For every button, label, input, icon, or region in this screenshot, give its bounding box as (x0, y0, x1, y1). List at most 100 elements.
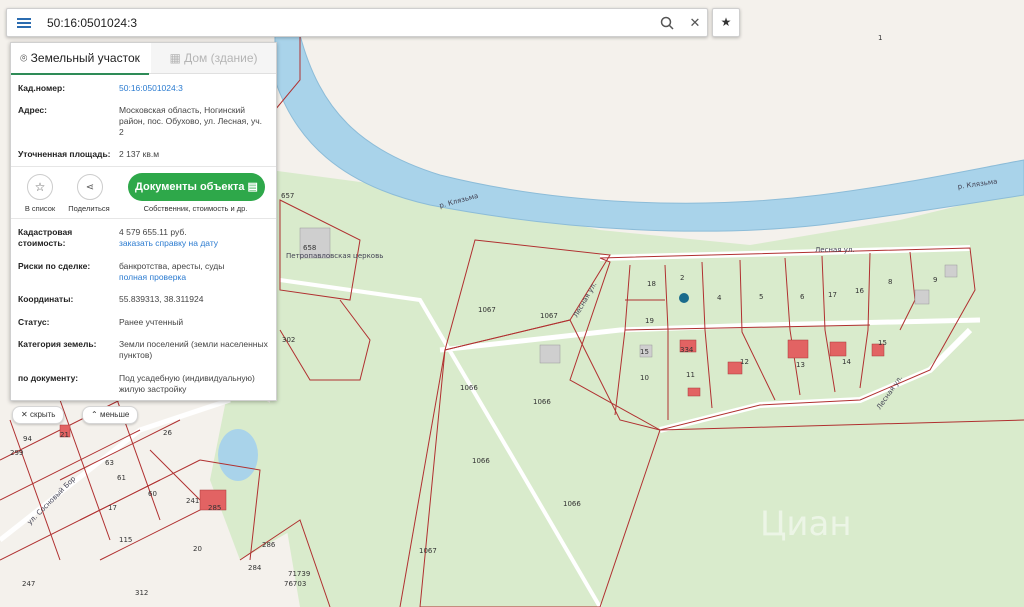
area-label: Уточненная площадь: (18, 149, 111, 159)
parcel-label: 26 (163, 429, 172, 437)
menu-button[interactable] (7, 9, 41, 36)
watermark: Циан (760, 504, 852, 544)
parcel-label: 9 (933, 276, 937, 284)
parcel-label: 11 (686, 371, 695, 379)
risks-value: банкротства, аресты, суды (119, 261, 225, 271)
status-label: Статус: (18, 317, 50, 327)
document-icon: ▤ (247, 181, 258, 193)
coords-label: Координаты: (18, 294, 74, 304)
parcel-label: 15 (640, 348, 649, 356)
parcel-label: 6 (800, 293, 805, 301)
address-label: Адрес: (18, 105, 47, 115)
add-to-list-button[interactable]: ☆ (27, 174, 53, 200)
tab-land-plot[interactable]: ⌾ Земельный участок (11, 43, 149, 75)
parcel-label: 15 (878, 339, 887, 347)
selected-parcel-marker[interactable] (679, 293, 689, 303)
parcel-label: 4 (717, 294, 722, 302)
parcel-label: 13 (796, 361, 805, 369)
parcel-label: 302 (282, 336, 295, 344)
search-input[interactable] (47, 13, 607, 32)
parcel-label: 17 (828, 291, 837, 299)
parcel-label: 241 (186, 497, 199, 505)
building-icon: ▦ (169, 51, 185, 65)
parcel-label: 71739 (288, 570, 310, 578)
parcel-label: 8 (888, 278, 892, 286)
parcel-label: 285 (208, 504, 221, 512)
documents-subtitle: Собственник, стоимость и др. (143, 204, 248, 213)
area-value: 2 137 кв.м (119, 149, 160, 159)
parcel-label: 334 (680, 346, 694, 354)
street-label: Лесная ул. (815, 246, 855, 254)
parcel-label: 76703 (284, 580, 306, 588)
parcel-label: 61 (117, 474, 126, 482)
parcel-label: 14 (842, 358, 851, 366)
pond (218, 429, 258, 481)
parcel-label: 12 (740, 358, 749, 366)
hide-button[interactable]: ✕ скрыть (12, 406, 65, 424)
category-value: Земли поселений (земли населенных пункто… (119, 339, 268, 360)
category-label: Категория земель: (18, 339, 97, 349)
parcel-label: 658 (303, 244, 316, 252)
close-icon[interactable]: ✕ (687, 15, 703, 31)
parcel-label: 657 (281, 192, 294, 200)
parcel-label: 16 (855, 287, 864, 295)
doc-usage-value: Под усадебную (индивидуальную) жилую зас… (119, 373, 255, 394)
parcel-label: 247 (22, 580, 35, 588)
forest-area (270, 170, 1024, 607)
cost-label: Кадастровая стоимость: (18, 227, 73, 248)
parcel-label: 115 (119, 536, 132, 544)
parcel-label: 1066 (460, 384, 478, 392)
parcel-label: 1066 (563, 500, 581, 508)
parcel-label: 299 (10, 449, 23, 457)
parcel-label: 1066 (533, 398, 551, 406)
divider (11, 166, 276, 167)
parcel-label: 1067 (540, 312, 558, 320)
favorite-button[interactable]: ★ (712, 8, 740, 37)
cost-link[interactable]: заказать справку на дату (119, 238, 269, 249)
cad-number-label: Кад.номер: (18, 83, 66, 93)
parcel-label: 60 (148, 490, 157, 498)
cad-number-value[interactable]: 50:16:0501024:3 (119, 83, 269, 94)
parcel-label: 1 (878, 34, 882, 42)
parcel-label: 286 (262, 541, 276, 549)
parcel-label: 18 (647, 280, 656, 288)
parcel-label: 2 (680, 274, 684, 282)
panel-tabs: ⌾ Земельный участок ▦ Дом (здание) (11, 43, 276, 75)
parcel-label: 21 (60, 431, 69, 439)
documents-button[interactable]: Документы объекта ▤ (128, 173, 265, 201)
pin-icon: ⌾ (20, 51, 31, 65)
share-label: Поделиться (68, 204, 110, 213)
parcel-label: 312 (135, 589, 148, 597)
parcel-info-panel: ⌾ Земельный участок ▦ Дом (здание) Кад.н… (10, 42, 277, 401)
search-bar: ✕ (6, 8, 708, 37)
parcel-label: 1067 (478, 306, 496, 314)
church-label: Петропавловская церковь (286, 252, 383, 260)
cost-value: 4 579 655.11 руб. (119, 227, 187, 237)
share-icon: ⋖ (85, 181, 95, 193)
tab-house[interactable]: ▦ Дом (здание) (151, 43, 276, 73)
parcel-label: 20 (193, 545, 202, 553)
parcel-label: 94 (23, 435, 32, 443)
status-value: Ранее учтенный (119, 317, 184, 327)
parcel-label: 19 (645, 317, 654, 325)
parcel-label: 1067 (419, 547, 437, 555)
parcel-label: 1066 (472, 457, 490, 465)
parcel-label: 284 (248, 564, 262, 572)
parcel-label: 63 (105, 459, 114, 467)
collapse-button[interactable]: ⌃ меньше (82, 406, 139, 424)
risks-link[interactable]: полная проверка (119, 272, 269, 283)
divider (11, 218, 276, 219)
chevron-up-icon: ⌃ (91, 410, 100, 419)
share-button[interactable]: ⋖ (77, 174, 103, 200)
parcel-label: 17 (108, 504, 117, 512)
doc-usage-label: по документу: (18, 373, 79, 383)
star-icon: ★ (720, 15, 732, 29)
parcel-label: 10 (640, 374, 649, 382)
menu-icon (17, 21, 31, 24)
parcel-label: 5 (759, 293, 763, 301)
search-icon[interactable] (659, 15, 675, 31)
close-icon: ✕ (21, 410, 30, 419)
address-value: Московская область, Ногинский район, пос… (119, 105, 263, 137)
risks-label: Риски по сделке: (18, 261, 91, 271)
coords-value: 55.839313, 38.311924 (119, 294, 204, 304)
